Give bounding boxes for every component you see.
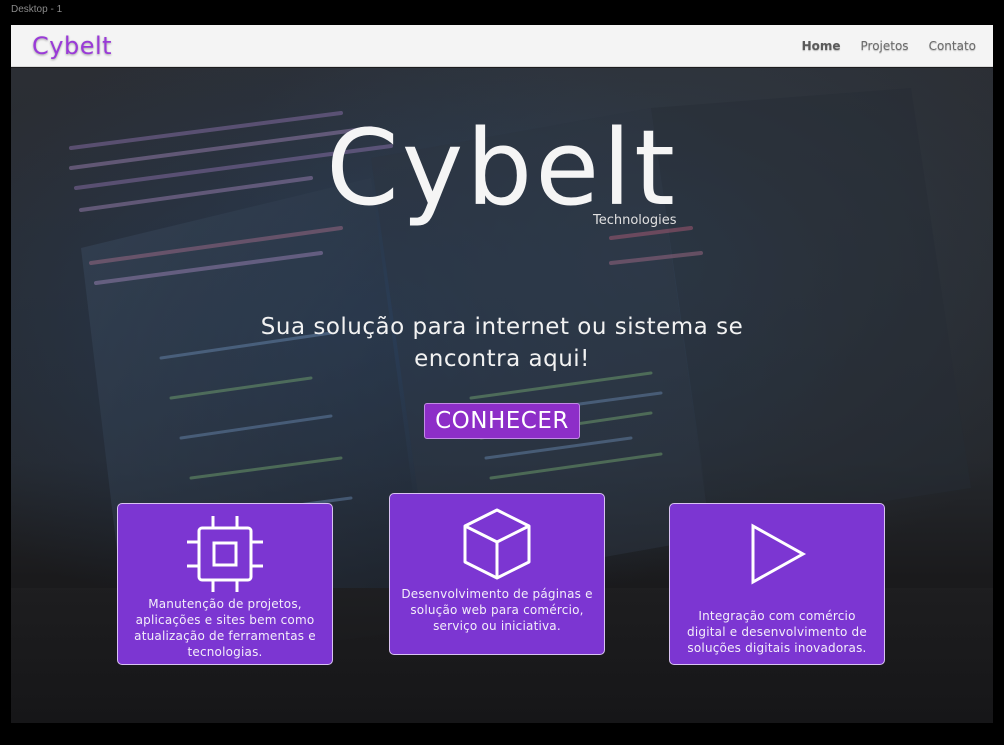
conhecer-button[interactable]: CONHECER — [424, 403, 580, 439]
service-card-maintenance[interactable]: Manutenção de projetos, aplicações e sit… — [117, 503, 333, 665]
nav-link-contato[interactable]: Contato — [929, 39, 976, 53]
nav-link-home[interactable]: Home — [802, 39, 841, 53]
cpu-chip-icon — [183, 512, 267, 596]
service-card-commerce[interactable]: Integração com comércio digital e desenv… — [669, 503, 885, 665]
service-card-text: Desenvolvimento de páginas e solução web… — [401, 587, 593, 633]
page: Cybelt Home Projetos Contato Cybelt Tech… — [11, 25, 993, 723]
hero-title: Cybelt — [326, 107, 678, 229]
hero-tagline: Sua solução para internet ou sistema se … — [260, 314, 744, 372]
service-card-text: Manutenção de projetos, aplicações e sit… — [134, 597, 316, 659]
service-card-web[interactable]: Desenvolvimento de páginas e solução web… — [389, 493, 605, 655]
frame-label: Desktop - 1 — [11, 4, 63, 15]
hero-section: Cybelt Technologies Sua solução para int… — [11, 68, 993, 723]
nav-menu: Home Projetos Contato — [802, 39, 976, 53]
brand-logo[interactable]: Cybelt — [32, 32, 112, 60]
navbar: Cybelt Home Projetos Contato — [11, 25, 993, 67]
nav-link-projetos[interactable]: Projetos — [861, 39, 909, 53]
cube-box-icon — [461, 502, 533, 586]
play-triangle-icon — [745, 512, 809, 596]
service-card-text: Integração com comércio digital e desenv… — [687, 609, 867, 655]
hero-subtitle: Technologies — [593, 213, 677, 228]
